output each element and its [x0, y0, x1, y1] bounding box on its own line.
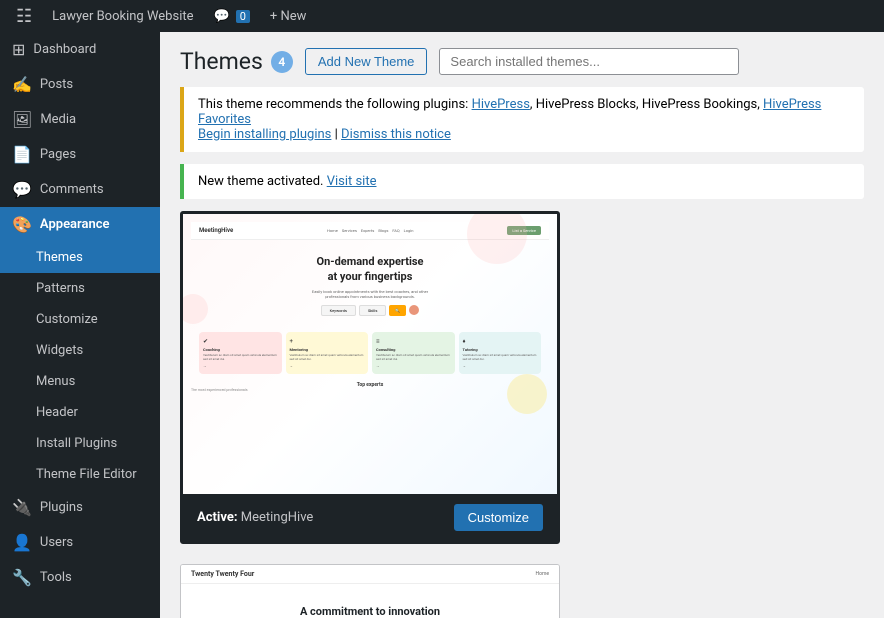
sidebar-label-tools: Tools: [40, 570, 72, 585]
twentytwentyfour-preview: Twenty Twenty Four Home A commitment to …: [181, 565, 559, 618]
hivepress-blocks-text: HivePress Blocks, HivePress Bookings,: [536, 97, 763, 112]
sidebar-item-users[interactable]: 👤 Users: [0, 525, 160, 560]
sidebar-item-header[interactable]: Header: [0, 397, 160, 428]
theme-card-meetinghive[interactable]: MeetingHive HomeServicesExpertsBlogsFAQL…: [180, 211, 560, 544]
meetinghive-preview: MeetingHive HomeServicesExpertsBlogsFAQL…: [183, 214, 557, 494]
sidebar-item-tools[interactable]: 🔧 Tools: [0, 560, 160, 595]
comments-icon: 💬: [214, 9, 230, 24]
theme-card-twentytwentyfour[interactable]: Twenty Twenty Four Home A commitment to …: [180, 564, 560, 618]
sidebar-item-install-plugins[interactable]: Install Plugins: [0, 428, 160, 459]
sidebar-item-comments[interactable]: 💬 Comments: [0, 172, 160, 207]
plugin-recommendation-notice: This theme recommends the following plug…: [180, 87, 864, 152]
comments-sidebar-icon: 💬: [12, 180, 32, 199]
sidebar-label-pages: Pages: [40, 147, 76, 162]
sidebar-label-themes: Themes: [36, 250, 83, 265]
page-title: Themes 4: [180, 48, 293, 75]
sidebar-item-appearance[interactable]: 🎨 Appearance: [0, 207, 160, 242]
dashboard-icon: ⊞: [12, 40, 25, 59]
sidebar-label-plugins: Plugins: [40, 500, 83, 515]
comments-link[interactable]: 💬 0: [206, 0, 258, 32]
sidebar: ⊞ Dashboard ✍ Posts 🖼 Media 📄 Pages 💬 Co…: [0, 32, 160, 618]
search-themes-input[interactable]: [439, 48, 739, 75]
pages-icon: 📄: [12, 145, 32, 164]
appearance-icon: 🎨: [12, 215, 32, 234]
sidebar-label-theme-file-editor: Theme File Editor: [36, 467, 137, 482]
sidebar-label-appearance: Appearance: [40, 217, 110, 232]
users-icon: 👤: [12, 533, 32, 552]
sidebar-label-menus: Menus: [36, 374, 75, 389]
sidebar-label-posts: Posts: [40, 77, 73, 92]
wp-logo-icon[interactable]: ☷: [8, 0, 40, 32]
meetinghive-footer: Active: MeetingHive Customize: [183, 494, 557, 541]
sidebar-item-dashboard[interactable]: ⊞ Dashboard: [0, 32, 160, 67]
main-content: Themes 4 Add New Theme This theme recomm…: [160, 32, 884, 618]
hivepress-link[interactable]: HivePress: [472, 97, 530, 112]
sidebar-label-comments: Comments: [40, 182, 104, 197]
theme-activated-notice: New theme activated. Visit site: [180, 164, 864, 199]
sidebar-item-menus[interactable]: Menus: [0, 366, 160, 397]
sidebar-item-customize[interactable]: Customize: [0, 304, 160, 335]
tools-icon: 🔧: [12, 568, 32, 587]
dismiss-notice-link[interactable]: Dismiss this notice: [341, 127, 451, 142]
sidebar-label-media: Media: [40, 112, 76, 127]
customize-button[interactable]: Customize: [454, 504, 543, 531]
begin-installing-link[interactable]: Begin installing plugins: [198, 127, 331, 142]
page-header: Themes 4 Add New Theme: [160, 32, 884, 87]
add-new-theme-button[interactable]: Add New Theme: [305, 48, 428, 75]
theme-count-badge: 4: [271, 51, 293, 73]
site-name-link[interactable]: Lawyer Booking Website: [44, 0, 201, 32]
sidebar-item-pages[interactable]: 📄 Pages: [0, 137, 160, 172]
sidebar-label-dashboard: Dashboard: [33, 42, 96, 57]
sidebar-item-theme-file-editor[interactable]: Theme File Editor: [0, 459, 160, 490]
new-content-link[interactable]: + New: [262, 0, 315, 32]
sidebar-item-plugins[interactable]: 🔌 Plugins: [0, 490, 160, 525]
sidebar-item-widgets[interactable]: Widgets: [0, 335, 160, 366]
admin-bar: ☷ Lawyer Booking Website 💬 0 + New: [0, 0, 884, 32]
activated-text: New theme activated.: [198, 174, 327, 189]
sidebar-label-widgets: Widgets: [36, 343, 83, 358]
notice-text: This theme recommends the following plug…: [198, 97, 472, 112]
posts-icon: ✍: [12, 75, 32, 94]
sidebar-label-users: Users: [40, 535, 73, 550]
visit-site-link[interactable]: Visit site: [327, 174, 377, 189]
plugins-icon: 🔌: [12, 498, 32, 517]
sidebar-item-themes[interactable]: Themes: [0, 242, 160, 273]
sidebar-item-posts[interactable]: ✍ Posts: [0, 67, 160, 102]
sidebar-item-media[interactable]: 🖼 Media: [0, 102, 160, 137]
media-icon: 🖼: [12, 110, 32, 129]
sidebar-label-customize: Customize: [36, 312, 98, 327]
comment-count: 0: [236, 10, 250, 23]
sidebar-label-header: Header: [36, 405, 78, 420]
themes-grid: MeetingHive HomeServicesExpertsBlogsFAQL…: [160, 211, 884, 618]
active-theme-label: Active: MeetingHive: [197, 510, 313, 525]
sidebar-item-patterns[interactable]: Patterns: [0, 273, 160, 304]
sidebar-label-install-plugins: Install Plugins: [36, 436, 117, 451]
sidebar-label-patterns: Patterns: [36, 281, 85, 296]
